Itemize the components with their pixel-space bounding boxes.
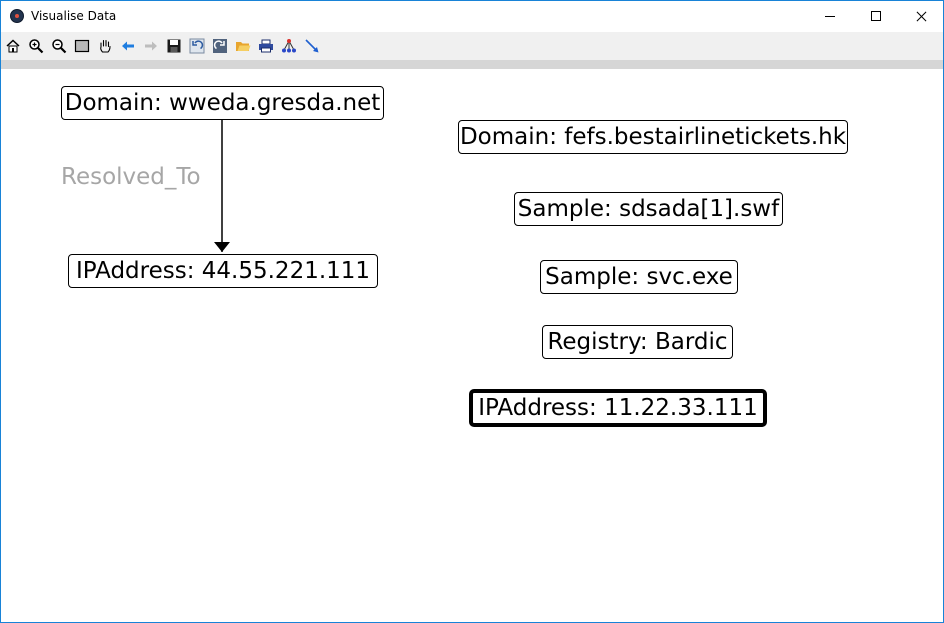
save-icon[interactable] bbox=[166, 38, 182, 54]
graph-canvas[interactable]: Resolved_To Domain: wweda.gresda.net IPA… bbox=[1, 69, 943, 622]
node-domain-fefs[interactable]: Domain: fefs.bestairlinetickets.hk bbox=[458, 120, 848, 154]
print-icon[interactable] bbox=[258, 38, 274, 54]
node-sample-svc[interactable]: Sample: svc.exe bbox=[540, 260, 738, 294]
close-button[interactable] bbox=[899, 1, 943, 31]
node-domain-wweda[interactable]: Domain: wweda.gresda.net bbox=[61, 86, 384, 120]
home-icon[interactable] bbox=[5, 38, 21, 54]
pan-hand-icon[interactable] bbox=[97, 38, 113, 54]
graph-layout-icon[interactable] bbox=[281, 38, 297, 54]
toolbar bbox=[1, 32, 943, 60]
visualise-data-window: Visualise Data Resolved_To Domain: wweda… bbox=[0, 0, 944, 623]
title-bar[interactable]: Visualise Data bbox=[1, 1, 943, 31]
undo-icon[interactable] bbox=[189, 38, 205, 54]
edge-label-resolved-to: Resolved_To bbox=[61, 164, 201, 190]
zoom-out-icon[interactable] bbox=[51, 38, 67, 54]
node-sample-sdsada[interactable]: Sample: sdsada[1].swf bbox=[514, 192, 783, 226]
redo-icon[interactable] bbox=[212, 38, 228, 54]
zoom-in-icon[interactable] bbox=[28, 38, 44, 54]
window-title: Visualise Data bbox=[31, 9, 117, 23]
node-registry-bardic[interactable]: Registry: Bardic bbox=[542, 325, 733, 359]
node-ipaddress-11-selected[interactable]: IPAddress: 11.22.33.111 bbox=[469, 389, 767, 427]
maximize-button[interactable] bbox=[853, 1, 899, 31]
toolbar-separator-strip bbox=[1, 60, 943, 69]
back-arrow-icon[interactable] bbox=[120, 38, 136, 54]
minimize-button[interactable] bbox=[807, 1, 853, 31]
pointer-arrow-icon[interactable] bbox=[304, 38, 320, 54]
open-folder-icon[interactable] bbox=[235, 38, 251, 54]
node-ipaddress-44[interactable]: IPAddress: 44.55.221.111 bbox=[68, 254, 378, 288]
forward-arrow-icon[interactable] bbox=[143, 38, 159, 54]
zoom-rect-icon[interactable] bbox=[74, 38, 90, 54]
app-icon bbox=[10, 9, 24, 23]
